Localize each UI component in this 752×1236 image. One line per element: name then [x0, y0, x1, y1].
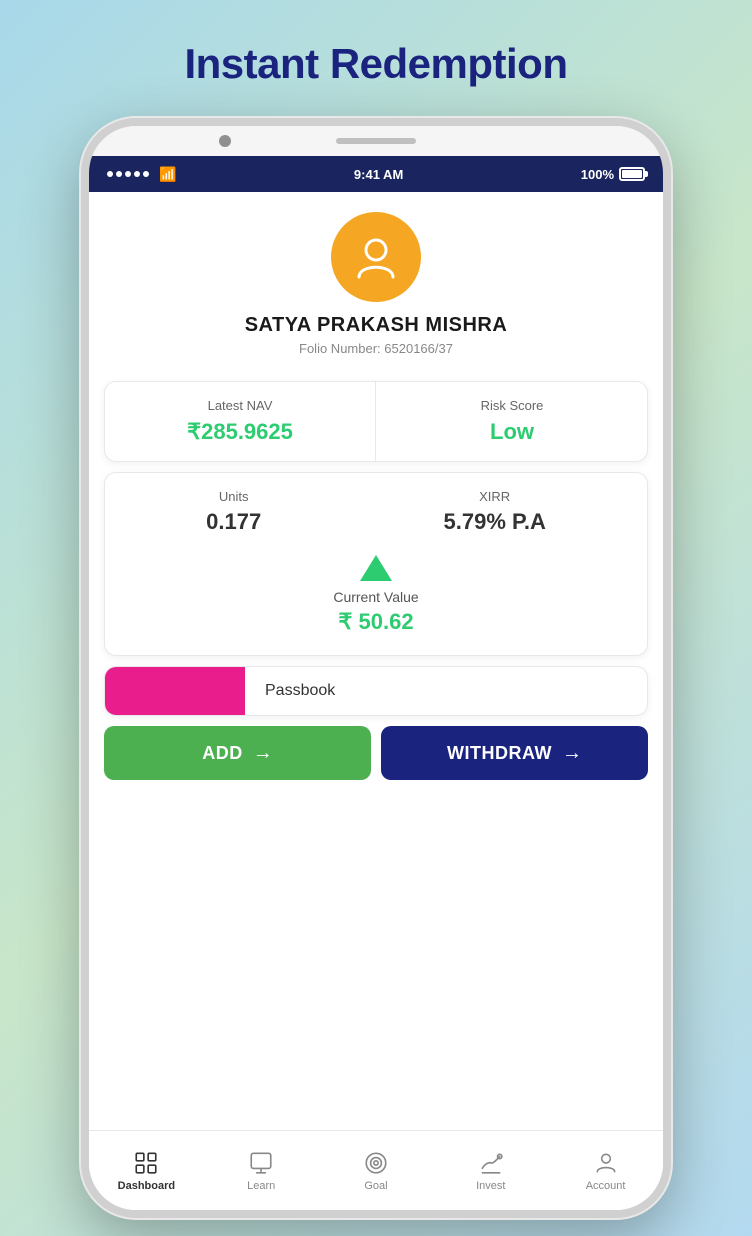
units-value: 0.177: [206, 509, 261, 535]
add-label: ADD: [202, 743, 243, 764]
stats-card-1: Latest NAV ₹285.9625 Risk Score Low: [104, 381, 648, 462]
risk-stat: Risk Score Low: [377, 382, 647, 461]
withdraw-label: WITHDRAW: [447, 743, 552, 764]
user-name: SATYA PRAKASH MISHRA: [245, 314, 508, 337]
page-title: Instant Redemption: [184, 40, 567, 88]
triangle-up-icon: [360, 555, 392, 581]
nav-value: ₹285.9625: [187, 419, 293, 445]
withdraw-button[interactable]: WITHDRAW →: [381, 726, 648, 780]
risk-label: Risk Score: [481, 398, 544, 413]
status-bar: 📶 9:41 AM 100%: [89, 156, 663, 192]
nav-label-goal: Goal: [364, 1180, 387, 1192]
nav-item-account[interactable]: Account: [548, 1142, 663, 1200]
phone-camera: [219, 135, 231, 147]
nav-item-dashboard[interactable]: Dashboard: [89, 1142, 204, 1200]
action-buttons: ADD → WITHDRAW →: [104, 726, 648, 780]
user-icon: [351, 232, 401, 282]
bottom-nav: Dashboard Learn Goal: [89, 1130, 663, 1210]
battery-percent: 100%: [581, 167, 614, 182]
nav-label-invest: Invest: [476, 1180, 505, 1192]
nav-item-invest[interactable]: Invest: [433, 1142, 548, 1200]
add-arrow-icon: →: [253, 742, 273, 765]
folio-number: Folio Number: 6520166/37: [299, 341, 453, 356]
nav-label-dashboard: Dashboard: [118, 1180, 175, 1192]
nav-label: Latest NAV: [208, 398, 273, 413]
withdraw-arrow-icon: →: [562, 742, 582, 765]
nav-label-account: Account: [586, 1180, 626, 1192]
nav-label-learn: Learn: [247, 1180, 275, 1192]
units-stat: Units 0.177: [206, 489, 261, 535]
nav-item-goal[interactable]: Goal: [319, 1142, 434, 1200]
xirr-value: 5.79% P.A: [444, 509, 546, 535]
account-icon: [593, 1150, 619, 1176]
current-value-amount: ₹ 50.62: [338, 609, 413, 635]
passbook-section[interactable]: Passbook: [104, 666, 648, 716]
phone-frame: 📶 9:41 AM 100% SATYA PRAKASH MISHRA Foli…: [81, 118, 671, 1218]
passbook-label: Passbook: [245, 667, 335, 715]
passbook-tab-active: [105, 667, 245, 715]
xirr-stat: XIRR 5.79% P.A: [444, 489, 546, 535]
risk-value: Low: [490, 419, 534, 445]
phone-top: [89, 126, 663, 156]
phone-speaker: [336, 138, 416, 144]
avatar: [331, 212, 421, 302]
current-value-section: Current Value ₹ 50.62: [115, 555, 637, 635]
invest-icon: [478, 1150, 504, 1176]
nav-stat: Latest NAV ₹285.9625: [105, 382, 376, 461]
dashboard-icon: [133, 1150, 159, 1176]
xirr-label: XIRR: [479, 489, 510, 504]
add-button[interactable]: ADD →: [104, 726, 371, 780]
status-time: 9:41 AM: [354, 167, 403, 182]
learn-icon: [248, 1150, 274, 1176]
units-label: Units: [219, 489, 249, 504]
stats-card-2: Units 0.177 XIRR 5.79% P.A Current Value…: [104, 472, 648, 656]
profile-section: SATYA PRAKASH MISHRA Folio Number: 65201…: [89, 192, 663, 371]
phone-content: SATYA PRAKASH MISHRA Folio Number: 65201…: [89, 192, 663, 1210]
wifi-icon: 📶: [159, 166, 176, 183]
nav-item-learn[interactable]: Learn: [204, 1142, 319, 1200]
goal-icon: [363, 1150, 389, 1176]
current-value-label: Current Value: [333, 589, 418, 605]
